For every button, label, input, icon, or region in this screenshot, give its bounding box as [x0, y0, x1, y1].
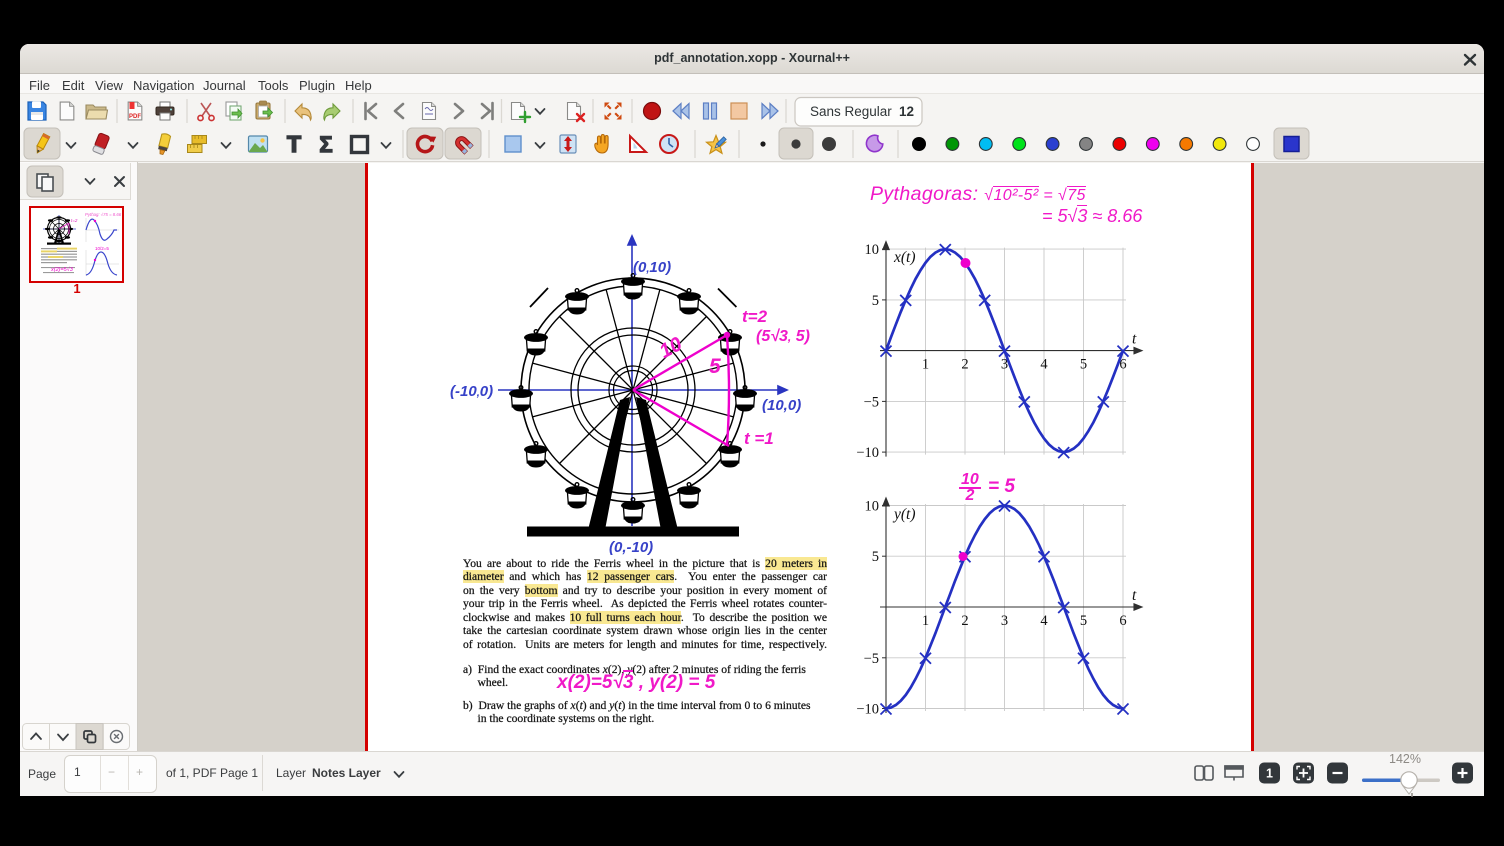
svg-text:T: T: [287, 131, 301, 157]
svg-text:PDF: PDF: [129, 114, 141, 120]
svg-text:1: 1: [1266, 767, 1273, 781]
svg-text:Σ: Σ: [319, 132, 332, 157]
svg-text:Sans Regular: Sans Regular: [810, 104, 892, 119]
svg-text:12: 12: [899, 104, 914, 119]
